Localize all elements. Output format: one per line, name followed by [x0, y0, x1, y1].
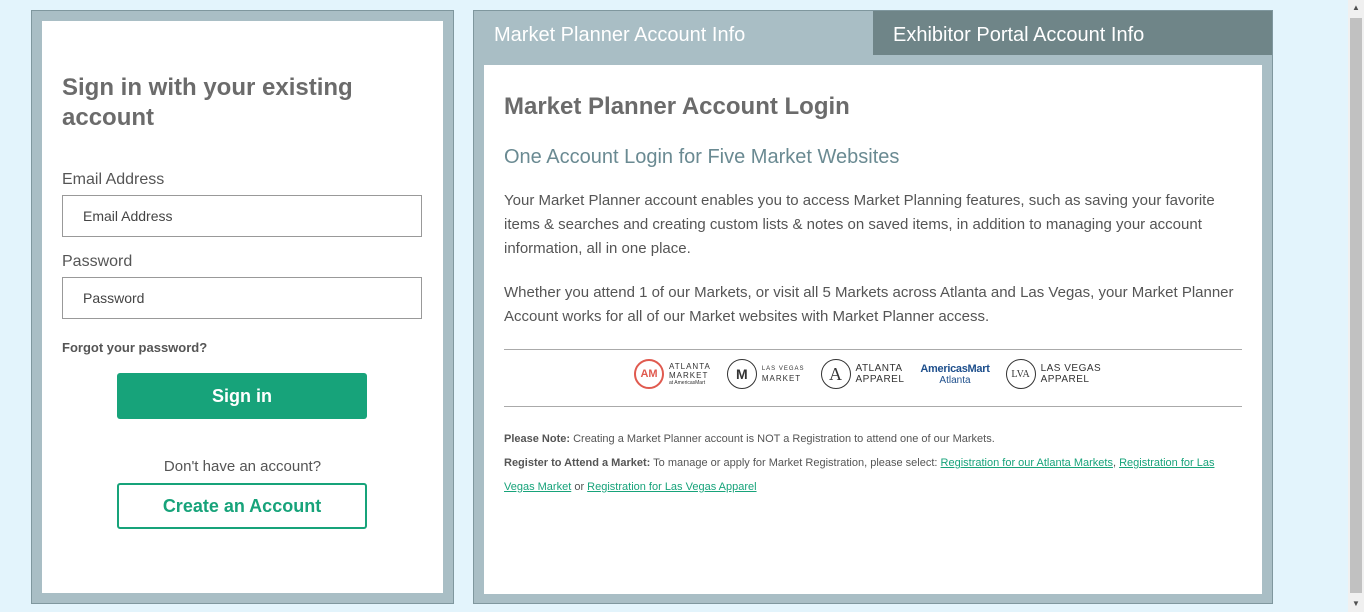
scroll-down-icon[interactable]: ▼	[1348, 596, 1364, 612]
info-paragraph-1: Your Market Planner account enables you …	[504, 192, 1215, 257]
scroll-up-icon[interactable]: ▲	[1348, 0, 1364, 16]
tab-exhibitor-portal[interactable]: Exhibitor Portal Account Info	[873, 11, 1272, 55]
market-logos: AM ATLANTA MARKET at AmericasMart M LAS …	[634, 357, 1101, 391]
page-scrollbar[interactable]: ▲ ▼	[1348, 0, 1364, 612]
americasmart-line2: Atlanta	[939, 374, 971, 386]
password-label: Password	[62, 253, 133, 270]
atlanta-market-line3: at AmericasMart	[669, 380, 706, 386]
americasmart-logo: AmericasMart Atlanta	[920, 363, 989, 386]
las-vegas-market-logo: M LAS VEGAS MARKET	[726, 359, 805, 389]
info-subtitle: One Account Login for Five Market Websit…	[504, 146, 900, 168]
las-vegas-apparel-mark: LVA	[1005, 359, 1036, 389]
info-paragraph-2: Whether you attend 1 of our Markets, or …	[504, 284, 1234, 325]
link-atlanta-registration[interactable]: Registration for our Atlanta Markets	[941, 457, 1113, 469]
divider-top	[504, 349, 1242, 350]
las-vegas-market-line1: LAS VEGAS	[761, 366, 805, 372]
signin-title: Sign in with your existing account	[62, 74, 353, 131]
atlanta-market-line2: MARKET	[669, 371, 709, 380]
no-account-text: Don't have an account?	[163, 458, 322, 475]
account-info-panel: Market Planner Account Info Exhibitor Po…	[473, 10, 1273, 604]
info-title: Market Planner Account Login	[504, 93, 850, 120]
register-label: Register to Attend a Market:	[504, 457, 651, 469]
email-label: Email Address	[62, 171, 165, 188]
atlanta-apparel-logo: A ATLANTA APPAREL	[820, 359, 905, 389]
forgot-password-link[interactable]: Forgot your password?	[62, 340, 207, 355]
note-label: Please Note:	[504, 433, 571, 445]
create-account-button[interactable]: Create an Account	[117, 483, 367, 529]
atlanta-apparel-line2: APPAREL	[855, 374, 905, 385]
tab-content: Market Planner Account Login One Account…	[484, 65, 1262, 594]
las-vegas-apparel-line1: LAS VEGAS	[1040, 363, 1102, 374]
atlanta-apparel-line1: ATLANTA	[855, 363, 903, 374]
email-input[interactable]	[62, 195, 422, 237]
link-lv-apparel-registration[interactable]: Registration for Las Vegas Apparel	[587, 481, 756, 493]
las-vegas-market-line2: MARKET	[761, 374, 802, 383]
scroll-thumb[interactable]	[1350, 18, 1362, 593]
atlanta-market-logo: AM ATLANTA MARKET at AmericasMart	[634, 359, 711, 389]
las-vegas-apparel-logo: LVA LAS VEGAS APPAREL	[1005, 359, 1102, 389]
signin-card: Sign in with your existing account Email…	[42, 21, 443, 593]
note-text: Creating a Market Planner account is NOT…	[570, 433, 995, 445]
americasmart-line1: AmericasMart	[920, 362, 990, 375]
password-input[interactable]	[62, 277, 422, 319]
register-note: Register to Attend a Market: To manage o…	[504, 451, 1242, 499]
tab-market-planner[interactable]: Market Planner Account Info	[474, 11, 873, 55]
atlanta-market-mark: AM	[634, 359, 664, 389]
divider-bottom	[504, 406, 1242, 407]
atlanta-apparel-mark: A	[820, 359, 851, 389]
link-separator-or: or	[571, 481, 588, 493]
atlanta-market-line1: ATLANTA	[669, 362, 711, 371]
register-text: To manage or apply for Market Registrati…	[650, 457, 941, 469]
please-note: Please Note: Creating a Market Planner a…	[504, 427, 1242, 451]
signin-panel: Sign in with your existing account Email…	[31, 10, 454, 604]
las-vegas-market-mark: M	[726, 359, 757, 389]
las-vegas-apparel-line2: APPAREL	[1040, 374, 1090, 385]
signin-button[interactable]: Sign in	[117, 373, 367, 419]
